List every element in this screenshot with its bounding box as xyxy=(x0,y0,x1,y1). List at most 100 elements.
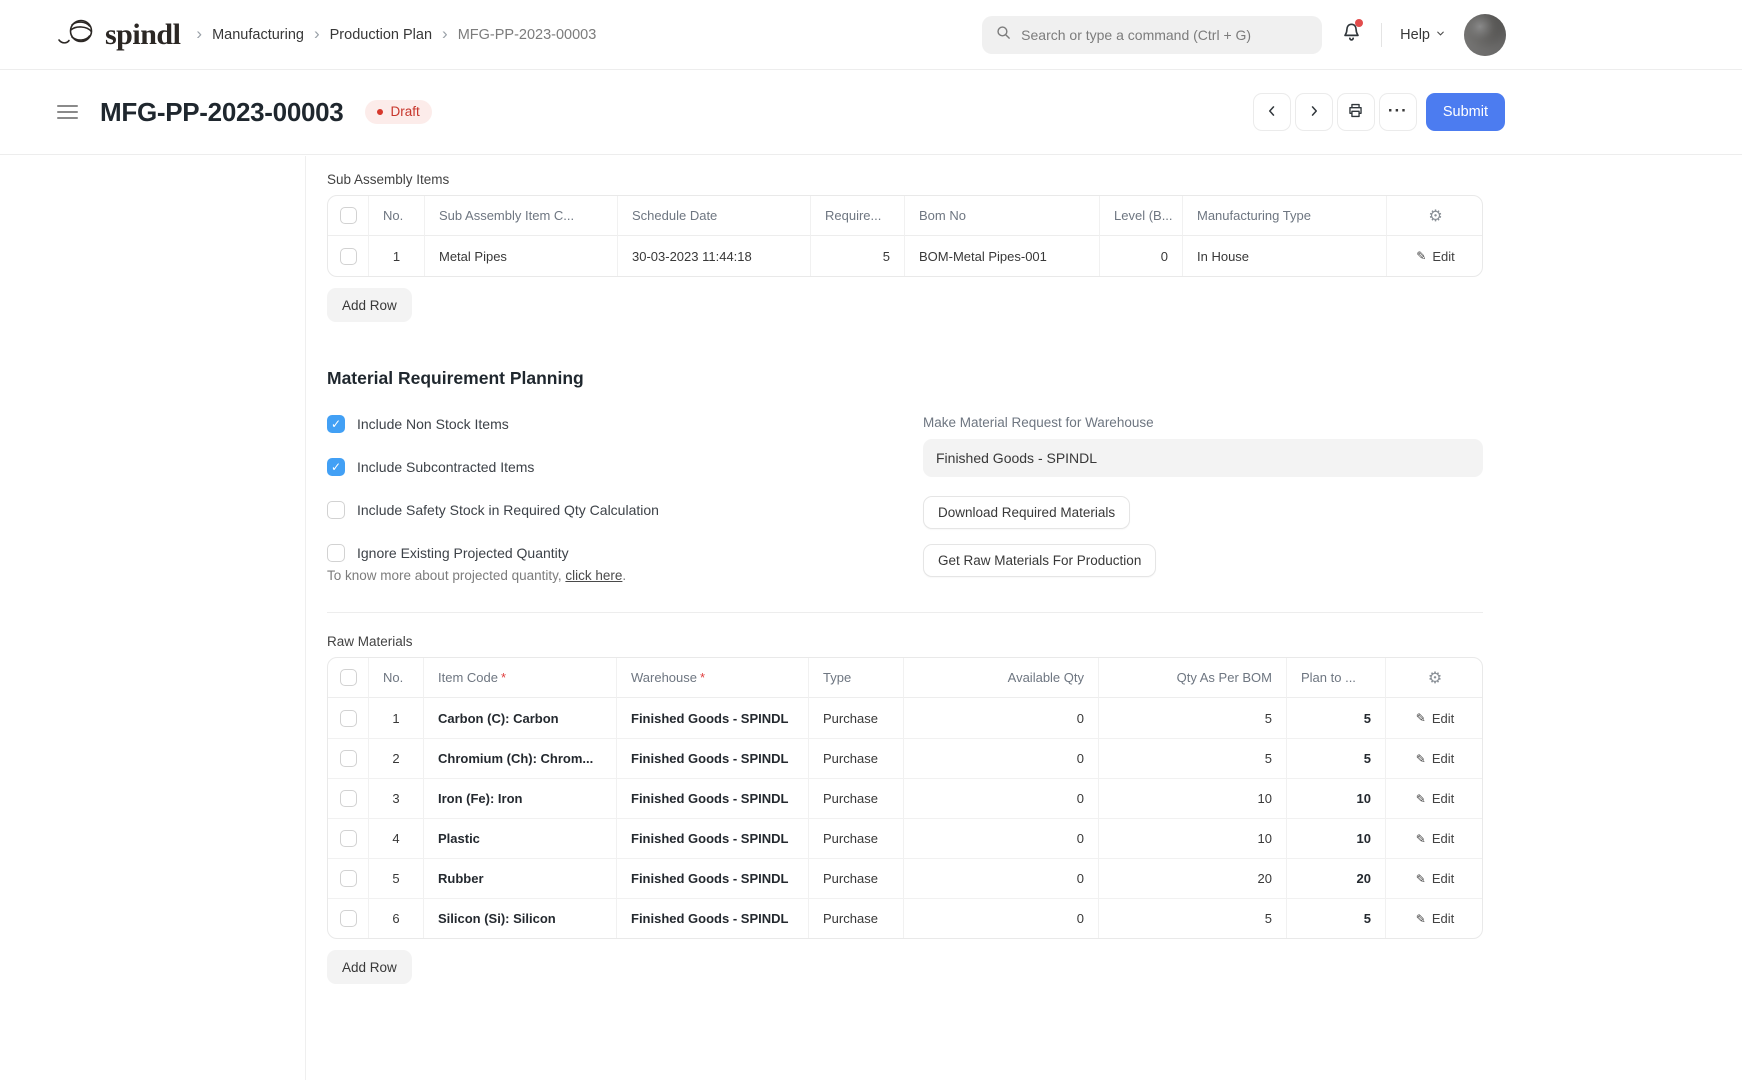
top-navbar: spindl ›Manufacturing›Production Plan›MF… xyxy=(0,0,1742,70)
breadcrumb-item[interactable]: Production Plan xyxy=(330,27,432,43)
header-cell: No. xyxy=(368,658,423,698)
mrp-checkbox-group: ✓Include Non Stock Items✓Include Subcont… xyxy=(327,415,923,562)
cell-item_code: Rubber xyxy=(423,858,616,898)
required-asterisk: * xyxy=(700,670,705,685)
helper-suffix: . xyxy=(622,568,626,583)
mrp-checkbox-label: Include Safety Stock in Required Qty Cal… xyxy=(357,502,659,518)
cell-warehouse: Finished Goods - SPINDL xyxy=(616,698,808,738)
header-cell: Available Qty xyxy=(903,658,1098,698)
table-row[interactable]: 1Carbon (C): CarbonFinished Goods - SPIN… xyxy=(328,698,1483,738)
edit-label: Edit xyxy=(1432,249,1454,264)
pencil-icon: ✎ xyxy=(1416,912,1426,926)
mrp-checkbox[interactable] xyxy=(327,544,345,562)
row-checkbox[interactable] xyxy=(340,710,357,727)
table-row[interactable]: 5RubberFinished Goods - SPINDLPurchase02… xyxy=(328,858,1483,898)
cell-available_qty: 0 xyxy=(903,898,1098,938)
help-menu[interactable]: Help xyxy=(1400,27,1446,43)
cell-qty_as_per_bom: 10 xyxy=(1098,818,1286,858)
cell-item_code: Carbon (C): Carbon xyxy=(423,698,616,738)
edit-cell: ✎Edit xyxy=(1386,236,1483,276)
search-input[interactable] xyxy=(1021,27,1309,43)
edit-row-button[interactable]: ✎Edit xyxy=(1416,249,1454,264)
edit-cell: ✎ Edit xyxy=(1385,818,1483,858)
mrp-checkbox[interactable]: ✓ xyxy=(327,458,345,476)
edit-row-button[interactable]: ✎Edit xyxy=(1416,871,1454,886)
pencil-icon: ✎ xyxy=(1416,832,1426,846)
edit-row-button[interactable]: ✎Edit xyxy=(1416,711,1454,726)
mrp-checkbox-label: Include Subcontracted Items xyxy=(357,459,534,475)
select-all-checkbox[interactable] xyxy=(340,207,357,224)
page-header: MFG-PP-2023-00003 Draft xyxy=(0,70,1742,155)
warehouse-link-field[interactable]: Finished Goods - SPINDL xyxy=(923,439,1483,477)
status-badge: Draft xyxy=(365,100,431,124)
cell-type: Purchase xyxy=(808,738,903,778)
header-cell xyxy=(328,196,368,236)
edit-row-button[interactable]: ✎Edit xyxy=(1416,791,1454,806)
download-required-materials-button[interactable]: Download Required Materials xyxy=(923,496,1130,529)
get-raw-materials-button[interactable]: Get Raw Materials For Production xyxy=(923,544,1156,577)
row-checkbox[interactable] xyxy=(340,790,357,807)
breadcrumb-separator-icon: › xyxy=(314,25,320,42)
cell-available_qty: 0 xyxy=(903,698,1098,738)
table-settings-gear-icon[interactable]: ⚙ xyxy=(1428,670,1442,687)
app-window: spindl ›Manufacturing›Production Plan›MF… xyxy=(0,0,1742,1080)
next-document-button[interactable] xyxy=(1295,93,1333,131)
row-checkbox[interactable] xyxy=(340,830,357,847)
sidebar-toggle-icon[interactable] xyxy=(57,101,78,123)
cell-mfg_type: In House xyxy=(1182,236,1386,276)
row-checkbox[interactable] xyxy=(340,750,357,767)
edit-cell: ✎Edit xyxy=(1385,738,1483,778)
sub-assembly-section-label: Sub Assembly Items xyxy=(327,172,1483,187)
print-button[interactable] xyxy=(1337,93,1375,131)
cell-item_code: Chromium (Ch): Chrom... xyxy=(423,738,616,778)
notifications-button[interactable] xyxy=(1340,21,1363,49)
edit-row-button[interactable]: ✎ Edit xyxy=(1416,831,1454,846)
mrp-checkbox[interactable] xyxy=(327,501,345,519)
table-row[interactable]: 2Chromium (Ch): Chrom...Finished Goods -… xyxy=(328,738,1483,778)
edit-row-button[interactable]: ✎Edit xyxy=(1416,751,1454,766)
sub-assembly-section: Sub Assembly Items No.Sub Assembly Item … xyxy=(327,172,1483,322)
row-checkbox[interactable] xyxy=(340,870,357,887)
cell-no: 4 xyxy=(368,818,423,858)
pencil-icon: ✎ xyxy=(1416,711,1426,725)
cell-type: Purchase xyxy=(808,818,903,858)
sub-assembly-add-row-button[interactable]: Add Row xyxy=(327,288,412,322)
edit-label: Edit xyxy=(1432,911,1454,926)
breadcrumb-item[interactable]: Manufacturing xyxy=(212,27,304,43)
table-row[interactable]: 1Metal Pipes30-03-2023 11:44:185BOM-Meta… xyxy=(328,236,1483,276)
submit-button[interactable]: Submit xyxy=(1426,93,1505,131)
cell-no: 5 xyxy=(368,858,423,898)
helper-prefix: To know more about projected quantity, xyxy=(327,568,565,583)
printer-icon xyxy=(1346,101,1365,123)
warehouse-field-label: Make Material Request for Warehouse xyxy=(923,415,1483,430)
table-settings-gear-icon[interactable]: ⚙ xyxy=(1428,208,1442,225)
cell-warehouse: Finished Goods - SPINDL xyxy=(616,858,808,898)
edit-row-button[interactable]: ✎ Edit xyxy=(1416,911,1454,926)
edit-label: Edit xyxy=(1432,831,1454,846)
raw-materials-add-row-button[interactable]: Add Row xyxy=(327,950,412,984)
avatar[interactable] xyxy=(1464,14,1506,56)
click-here-link[interactable]: click here xyxy=(565,568,622,583)
app-logo[interactable]: spindl xyxy=(57,17,180,52)
mrp-checkbox-row: Include Safety Stock in Required Qty Cal… xyxy=(327,501,923,519)
mrp-checkbox-row: ✓Include Non Stock Items xyxy=(327,415,923,433)
status-label: Draft xyxy=(390,104,419,119)
cell-warehouse: Finished Goods - SPINDL xyxy=(616,738,808,778)
global-search[interactable] xyxy=(982,16,1322,54)
header-cell: Manufacturing Type xyxy=(1182,196,1386,236)
previous-document-button[interactable] xyxy=(1253,93,1291,131)
ellipsis-icon: ··· xyxy=(1388,101,1408,121)
cell-available_qty: 0 xyxy=(903,818,1098,858)
mrp-checkbox-row: Ignore Existing Projected Quantity xyxy=(327,544,923,562)
more-actions-button[interactable]: ··· xyxy=(1379,93,1417,131)
row-checkbox[interactable] xyxy=(340,248,357,265)
select-all-checkbox[interactable] xyxy=(340,669,357,686)
table-row[interactable]: 3Iron (Fe): IronFinished Goods - SPINDLP… xyxy=(328,778,1483,818)
cell-type: Purchase xyxy=(808,898,903,938)
mrp-checkbox[interactable]: ✓ xyxy=(327,415,345,433)
table-row[interactable]: 4PlasticFinished Goods - SPINDLPurchase0… xyxy=(328,818,1483,858)
table-row[interactable]: 6Silicon (Si): SiliconFinished Goods - S… xyxy=(328,898,1483,938)
cell-available_qty: 0 xyxy=(903,778,1098,818)
edit-label: Edit xyxy=(1432,871,1454,886)
row-checkbox[interactable] xyxy=(340,910,357,927)
